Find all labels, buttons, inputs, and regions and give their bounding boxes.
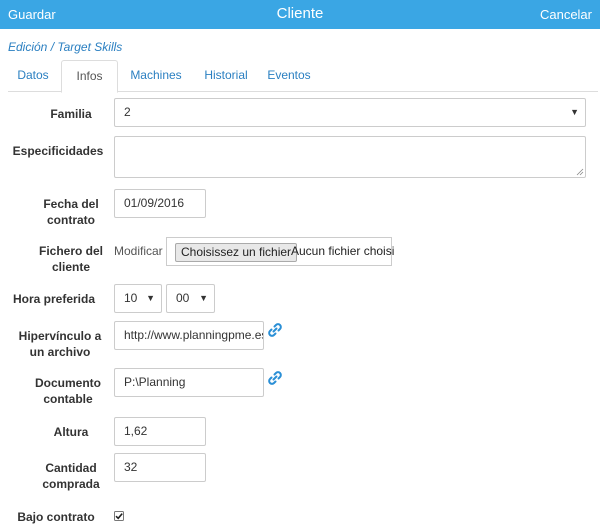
documento-input[interactable]: P:\Planning [114,368,264,397]
especificidades-textarea[interactable] [114,136,586,178]
hipervinculo-label-line2: un archivo [29,345,91,359]
tab-eventos[interactable]: Eventos [258,60,320,92]
link-icon[interactable] [267,322,283,338]
bajo-contrato-checkbox[interactable] [114,511,124,521]
resize-grip-icon[interactable] [576,168,584,176]
bajo-contrato-label: Bajo contrato [17,510,95,524]
hipervinculo-input[interactable]: http://www.planningpme.es [114,321,264,350]
minute-select[interactable]: 00 ▼ [166,284,215,313]
tab-bar: Datos Infos Machines Historial Eventos [8,60,598,93]
minute-value: 00 [176,291,190,305]
breadcrumb: Edición / Target Skills [8,40,123,54]
page-title: Cliente [276,5,324,22]
hipervinculo-label: Hipervínculo a un archivo [8,328,112,360]
file-input[interactable]: Choisissez un fichier Aucun fichier choi… [166,237,395,266]
tab-machines[interactable]: Machines [118,60,194,92]
hour-select[interactable]: 10 ▼ [114,284,162,313]
modificar-text: Modificar [114,244,163,258]
file-status: Aucun fichier choisi [291,244,395,258]
altura-input[interactable]: 1,62 [114,417,206,446]
chevron-down-icon: ▼ [146,293,155,303]
hipervinculo-label-line1: Hipervínculo a [18,329,102,343]
documento-label-line2: contable [43,392,93,406]
top-bar: Guardar Cliente Cancelar [0,0,600,29]
tab-infos[interactable]: Infos [61,60,118,93]
fichero-label-line2: cliente [51,260,90,274]
chevron-down-icon: ▼ [199,293,208,303]
cancel-button[interactable]: Cancelar [540,7,592,22]
cantidad-input[interactable]: 32 [114,453,206,482]
choose-file-button[interactable]: Choisissez un fichier [175,243,298,262]
fecha-input[interactable]: 01/09/2016 [114,189,206,218]
hora-label: Hora preferida [12,292,96,306]
hour-value: 10 [124,291,138,305]
documento-label-line1: Documento [35,376,101,390]
familia-value: 2 [124,105,131,119]
familia-select[interactable]: 2 ▼ [114,98,586,127]
tab-historial[interactable]: Historial [194,60,258,92]
chevron-down-icon: ▼ [570,107,579,117]
tab-datos[interactable]: Datos [8,60,58,92]
documento-label: Documento contable [8,375,128,407]
link-icon[interactable] [267,370,283,386]
especificidades-label: Especificidades [12,144,104,158]
